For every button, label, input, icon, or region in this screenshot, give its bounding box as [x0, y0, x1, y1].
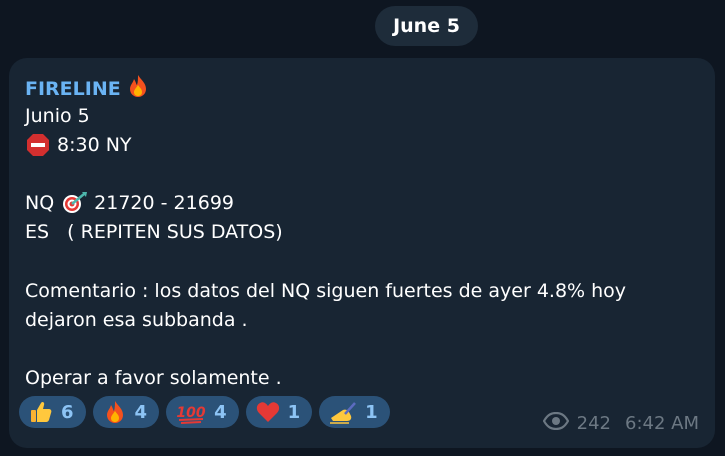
stop-sign-icon	[25, 132, 51, 158]
reactions-bar: 6 4 100 4 1 1	[19, 396, 390, 428]
message-bubble: FIRELINE Junio 5 8:30 NY NQ 21720 - 2169…	[9, 58, 715, 448]
message-line-date: Junio 5	[25, 105, 90, 127]
red-heart-icon	[256, 400, 280, 424]
writing-hand-icon	[329, 400, 357, 424]
message-line-es: ES ( REPITEN SUS DATOS)	[25, 221, 283, 243]
message-line-operar: Operar a favor solamente .	[25, 367, 282, 389]
sender-header[interactable]: FIRELINE	[25, 74, 149, 103]
reaction-count: 6	[61, 401, 74, 423]
message-line-comment-2: dejaron esa subbanda .	[25, 309, 248, 331]
date-divider: June 5	[375, 6, 478, 46]
fire-icon	[127, 74, 149, 103]
message-meta: 242 6:42 AM	[542, 411, 699, 435]
time-text: 8:30 NY	[57, 134, 132, 156]
reaction-count: 1	[287, 401, 301, 423]
view-count: 242	[576, 413, 611, 434]
message-time: 6:42 AM	[625, 413, 699, 434]
hundred-points-icon: 100	[176, 400, 206, 424]
fire-icon	[103, 400, 127, 424]
reaction-fire[interactable]: 4	[92, 396, 160, 428]
message-line-comment-1: Comentario : los datos del NQ siguen fue…	[25, 280, 627, 302]
message-line-time: 8:30 NY	[25, 131, 132, 159]
reaction-count: 4	[134, 401, 148, 423]
nq-values: 21720 - 21699	[94, 192, 234, 214]
reaction-hundred[interactable]: 100 4	[166, 396, 239, 428]
reaction-count: 1	[365, 401, 378, 423]
bullseye-icon	[62, 190, 88, 216]
thumbs-up-icon	[29, 400, 53, 424]
eye-icon	[542, 411, 569, 435]
reaction-writing-hand[interactable]: 1	[319, 396, 390, 428]
message-line-nq: NQ 21720 - 21699	[25, 189, 234, 217]
reaction-count: 4	[214, 401, 227, 423]
reaction-heart[interactable]: 1	[245, 396, 313, 428]
reaction-thumbs-up[interactable]: 6	[19, 396, 86, 428]
nq-label: NQ	[25, 192, 55, 214]
sender-name[interactable]: FIRELINE	[25, 78, 121, 100]
